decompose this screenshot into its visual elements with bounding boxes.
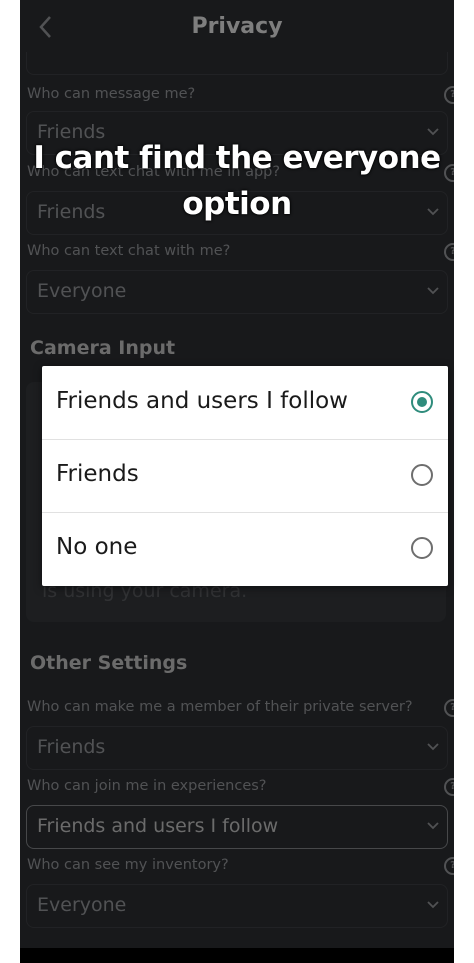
- option-label: No one: [56, 534, 138, 560]
- radio-selected-icon[interactable]: [411, 391, 433, 413]
- caption-line-2: option: [182, 186, 292, 222]
- radio-unselected-icon[interactable]: [411, 464, 433, 486]
- option-no-one[interactable]: No one: [42, 512, 448, 585]
- option-friends[interactable]: Friends: [42, 439, 448, 513]
- option-label: Friends: [56, 461, 139, 487]
- caption-line-1: I cant find the everyone: [33, 140, 441, 176]
- option-label: Friends and users I follow: [56, 388, 348, 414]
- option-friends-and-following[interactable]: Friends and users I follow: [42, 366, 448, 440]
- options-popup: Friends and users I follow Friends No on…: [42, 366, 448, 586]
- radio-unselected-icon[interactable]: [411, 537, 433, 559]
- bottom-bar: [20, 948, 454, 963]
